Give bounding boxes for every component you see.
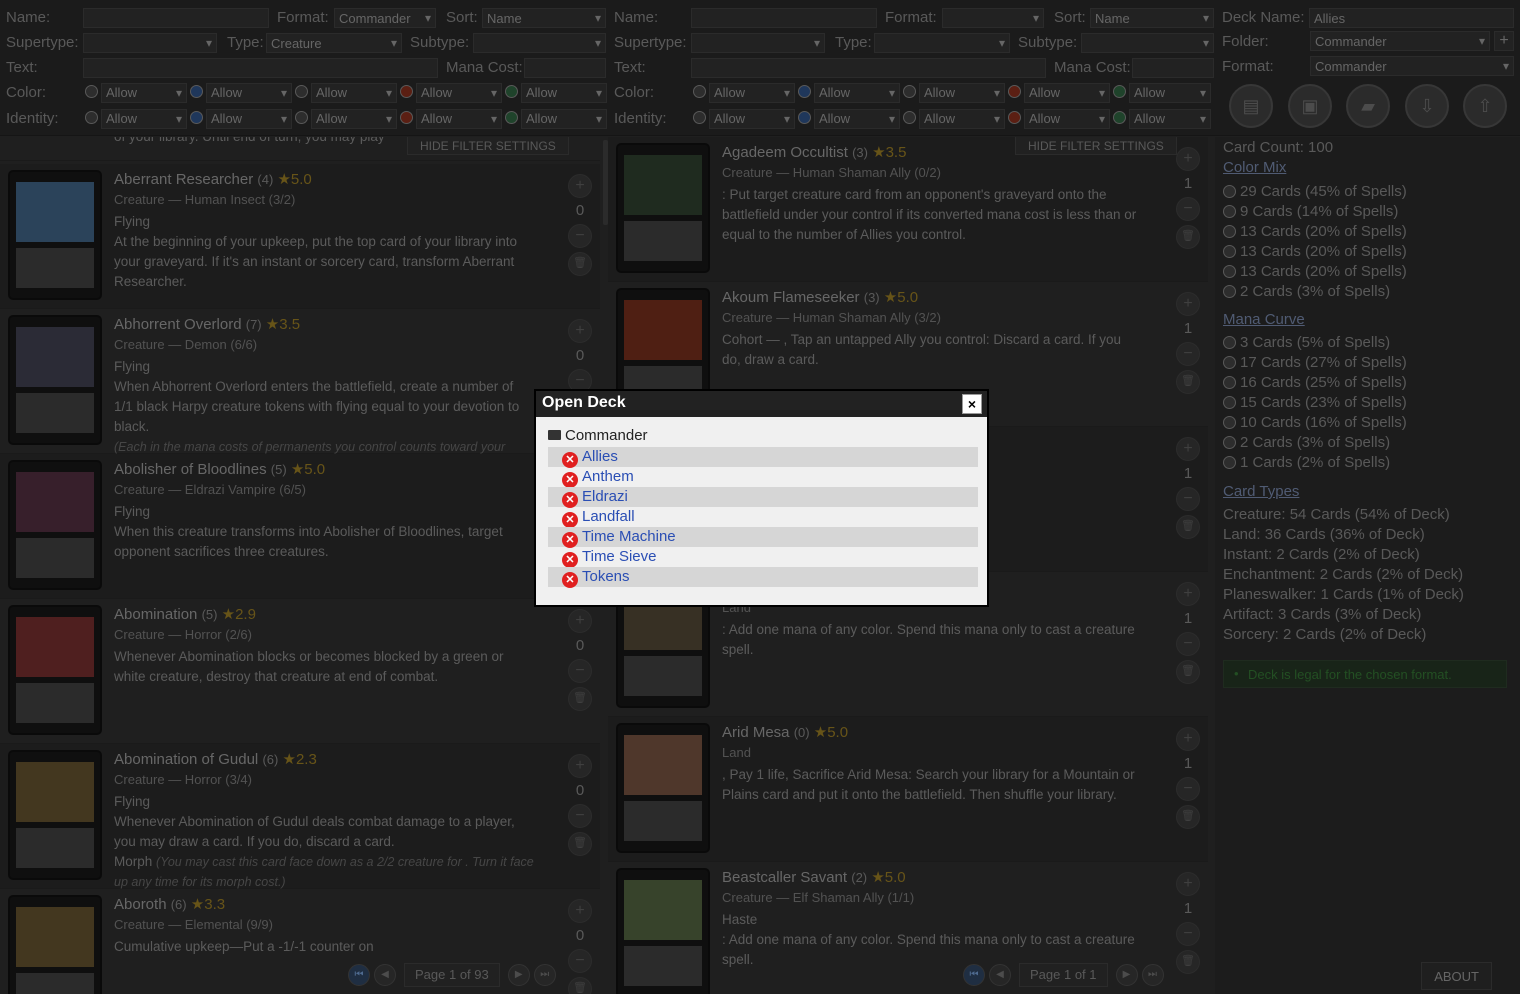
open-deck-dialog: Open Deck × Commander ✕ Allies ✕ Anthem ✕ Eld… [534, 389, 989, 607]
deck-item[interactable]: ✕ Tokens [548, 567, 978, 588]
deck-item[interactable]: ✕ Eldrazi [548, 487, 978, 508]
deck-link[interactable]: Anthem [582, 468, 634, 485]
deck-link[interactable]: Landfall [582, 508, 635, 525]
delete-deck-icon[interactable]: ✕ [562, 452, 578, 468]
delete-deck-icon[interactable]: ✕ [562, 472, 578, 488]
dialog-title: Open Deck [536, 391, 987, 417]
deck-link[interactable]: Allies [582, 448, 618, 465]
delete-deck-icon[interactable]: ✕ [562, 572, 578, 588]
close-button[interactable]: × [962, 394, 982, 414]
deck-link[interactable]: Time Machine [582, 528, 676, 545]
deck-link[interactable]: Tokens [582, 568, 630, 585]
delete-deck-icon[interactable]: ✕ [562, 492, 578, 508]
delete-deck-icon[interactable]: ✕ [562, 532, 578, 548]
deck-item[interactable]: ✕ Time Sieve [548, 547, 978, 568]
deck-item[interactable]: ✕ Time Machine [548, 527, 978, 548]
deck-item[interactable]: ✕ Anthem [548, 467, 978, 488]
deck-item[interactable]: ✕ Landfall [548, 507, 978, 528]
folder-icon [548, 430, 561, 440]
delete-deck-icon[interactable]: ✕ [562, 512, 578, 528]
deck-link[interactable]: Time Sieve [582, 548, 656, 565]
deck-link[interactable]: Eldrazi [582, 488, 628, 505]
deck-item[interactable]: ✕ Allies [548, 447, 978, 468]
folder-item-commander[interactable]: Commander [548, 427, 648, 444]
delete-deck-icon[interactable]: ✕ [562, 552, 578, 568]
